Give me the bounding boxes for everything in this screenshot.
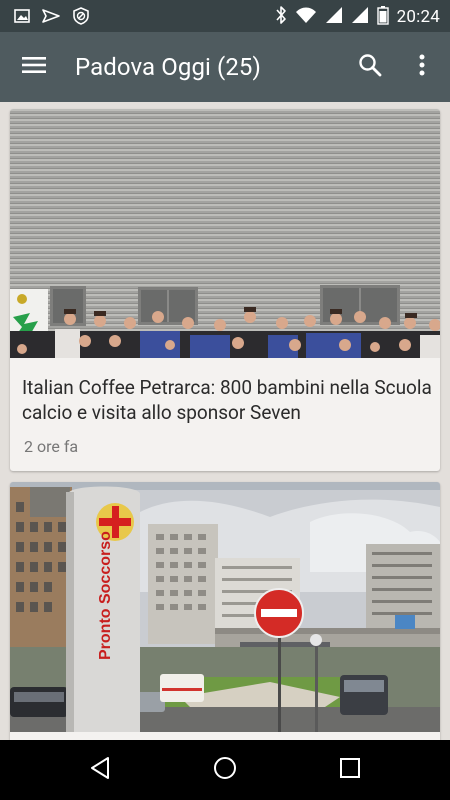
send-icon <box>42 8 60 28</box>
battery-icon <box>376 5 389 29</box>
recents-button[interactable] <box>320 750 380 790</box>
article-image: Pronto Soccorso <box>10 482 440 732</box>
back-button[interactable] <box>70 750 130 790</box>
image-icon <box>14 8 30 28</box>
menu-button[interactable] <box>14 49 54 85</box>
bluetooth-icon <box>275 5 287 29</box>
home-button[interactable] <box>195 750 255 790</box>
article-card[interactable]: Italian Coffee Petrarca: 800 bambini nel… <box>10 109 440 471</box>
article-title[interactable]: Italian Coffee Petrarca: 800 bambini nel… <box>22 375 432 425</box>
status-time: 20:24 <box>396 7 440 27</box>
navigation-bar <box>0 740 450 800</box>
recents-icon <box>340 758 360 782</box>
page-title: Padova Oggi (25) <box>75 53 261 81</box>
wifi-icon <box>295 6 317 28</box>
signal-icon <box>325 6 343 28</box>
article-time: 2 ore fa <box>24 437 79 456</box>
blocked-icon <box>72 7 90 29</box>
news-feed[interactable]: Italian Coffee Petrarca: 800 bambini nel… <box>0 102 450 740</box>
signal-icon <box>351 6 369 28</box>
article-card[interactable]: Pronto Soccorso <box>10 482 440 740</box>
home-icon <box>213 756 237 784</box>
status-bar: 20:24 <box>0 0 450 32</box>
article-image <box>10 109 440 358</box>
more-vert-icon <box>419 54 425 80</box>
pronto-soccorso-sign: Pronto Soccorso <box>97 531 114 660</box>
app-bar: Padova Oggi (25) <box>0 32 450 102</box>
menu-icon <box>22 56 46 78</box>
more-options-button[interactable] <box>402 49 442 85</box>
search-button[interactable] <box>350 49 390 85</box>
search-icon <box>358 53 382 81</box>
back-icon <box>89 756 111 784</box>
